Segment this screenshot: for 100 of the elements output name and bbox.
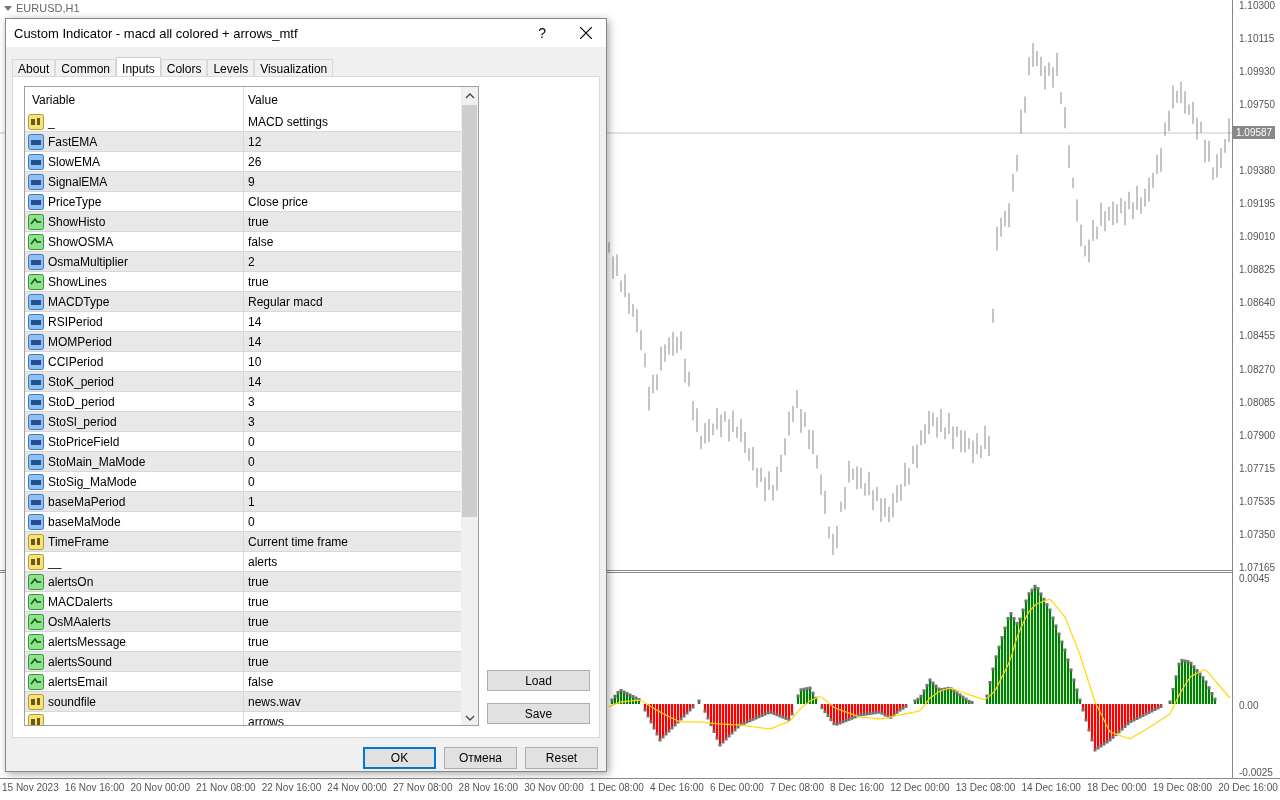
variable-name: _: [48, 114, 55, 129]
price-label: 1.10300: [1239, 0, 1277, 12]
variable-value[interactable]: 26: [248, 154, 262, 169]
scroll-down-icon[interactable]: [464, 715, 475, 721]
variable-value[interactable]: Close price: [248, 194, 309, 209]
boolean-type-icon: [28, 593, 44, 610]
price-label: 1.07715: [1239, 462, 1277, 475]
variable-value[interactable]: 9: [248, 174, 255, 189]
time-label: 14 Dec 16:00: [1021, 782, 1081, 795]
time-label: 4 Dec 16:00: [649, 782, 704, 795]
boolean-type-icon: [28, 233, 44, 250]
variable-value[interactable]: 14: [248, 374, 262, 389]
variable-value[interactable]: true: [248, 574, 269, 589]
variable-value[interactable]: false: [248, 234, 274, 249]
variable-name: ShowHisto: [48, 214, 106, 229]
time-label: 18 Dec 00:00: [1087, 782, 1147, 795]
variable-value[interactable]: alerts: [248, 554, 278, 569]
variable-value[interactable]: 3: [248, 394, 255, 409]
time-label: 21 Nov 08:00: [196, 782, 256, 795]
boolean-type-icon: [28, 273, 44, 290]
number-type-icon: [28, 313, 44, 330]
variable-name: StoMain_MaMode: [48, 454, 146, 469]
variable-value[interactable]: 14: [248, 334, 262, 349]
variable-name: TimeFrame: [48, 534, 109, 549]
variable-name: ShowLines: [48, 274, 107, 289]
variable-name: RSIPeriod: [48, 314, 103, 329]
number-type-icon: [28, 493, 44, 510]
variable-value[interactable]: 3: [248, 414, 255, 429]
boolean-type-icon: [28, 653, 44, 670]
variable-name: FastEMA: [48, 134, 98, 149]
variable-value[interactable]: true: [248, 274, 269, 289]
current-price-badge: 1.09587: [1233, 126, 1276, 139]
save-button[interactable]: Save: [487, 703, 590, 724]
variable-name: OsmaMultiplier: [48, 254, 128, 269]
time-label: 22 Nov 16:00: [261, 782, 322, 795]
price-label: 1.09380: [1239, 165, 1277, 178]
variable-name: OsMAalerts: [48, 614, 111, 629]
variable-value[interactable]: true: [248, 614, 269, 629]
number-type-icon: [28, 513, 44, 530]
variable-value[interactable]: arrows: [248, 714, 284, 725]
variable-value[interactable]: 2: [248, 254, 255, 269]
time-label: 12 Dec 00:00: [890, 782, 950, 795]
dialog-button[interactable]: Отмена: [444, 747, 517, 769]
variable-value[interactable]: 14: [248, 314, 262, 329]
scroll-up-icon[interactable]: [464, 93, 475, 99]
time-label: 13 Dec 08:00: [955, 782, 1016, 795]
column-header[interactable]: Variable: [25, 92, 243, 107]
variable-name: ShowOSMA: [48, 234, 114, 249]
variable-value[interactable]: 12: [248, 134, 262, 149]
variable-value[interactable]: 0: [248, 514, 255, 529]
boolean-type-icon: [28, 633, 44, 650]
variable-value[interactable]: 1: [248, 494, 255, 509]
price-label: 1.07900: [1239, 429, 1277, 442]
price-label: 1.07350: [1239, 528, 1277, 541]
price-label: 1.08455: [1239, 330, 1277, 343]
boolean-type-icon: [28, 213, 44, 230]
help-button[interactable]: ?: [538, 25, 546, 41]
variable-name: MACDalerts: [48, 594, 113, 609]
number-type-icon: [28, 253, 44, 270]
scrollbar[interactable]: [461, 87, 478, 725]
variable-value[interactable]: Regular macd: [248, 294, 323, 309]
number-type-icon: [28, 373, 44, 390]
variable-value[interactable]: false: [248, 674, 274, 689]
variable-name: StoSig_MaMode: [48, 474, 137, 489]
load-button[interactable]: Load: [487, 670, 590, 691]
variable-value[interactable]: true: [248, 634, 269, 649]
variable-name: SlowEMA: [48, 154, 100, 169]
variable-value[interactable]: true: [248, 594, 269, 609]
variable-name: baseMaPeriod: [48, 494, 126, 509]
dialog-button[interactable]: OK: [363, 747, 436, 769]
dialog-title: Custom Indicator - macd all colored + arrows_mtf: [14, 25, 299, 41]
variable-name: MACDType: [48, 294, 110, 309]
variable-name: StoPriceField: [48, 434, 120, 449]
number-type-icon: [28, 413, 44, 430]
price-label: 1.09930: [1239, 66, 1277, 79]
number-type-icon: [28, 133, 44, 150]
number-type-icon: [28, 293, 44, 310]
number-type-icon: [28, 393, 44, 410]
variable-value[interactable]: 10: [248, 354, 262, 369]
indicator-label: -0.0025: [1239, 767, 1274, 778]
variable-value[interactable]: true: [248, 214, 269, 229]
number-type-icon: [28, 153, 44, 170]
number-type-icon: [28, 193, 44, 210]
close-icon[interactable]: [580, 27, 592, 39]
variable-value[interactable]: 0: [248, 474, 255, 489]
variable-value[interactable]: Current time frame: [248, 534, 349, 549]
tab[interactable]: Inputs: [116, 57, 161, 79]
dropdown-arrow-icon[interactable]: [4, 5, 12, 11]
variable-value[interactable]: 0: [248, 434, 255, 449]
variable-value[interactable]: news.wav: [248, 694, 301, 709]
price-label: 1.07165: [1239, 561, 1277, 574]
variable-name: StoD_period: [48, 394, 115, 409]
dialog-button[interactable]: Reset: [525, 747, 598, 769]
time-label: 8 Dec 16:00: [830, 782, 885, 795]
variable-value[interactable]: 0: [248, 454, 255, 469]
text-type-icon: [28, 533, 44, 550]
variable-value[interactable]: MACD settings: [248, 114, 329, 129]
time-label: 20 Nov 00:00: [130, 782, 190, 795]
text-type-icon: [28, 693, 44, 710]
variable-value[interactable]: true: [248, 654, 269, 669]
